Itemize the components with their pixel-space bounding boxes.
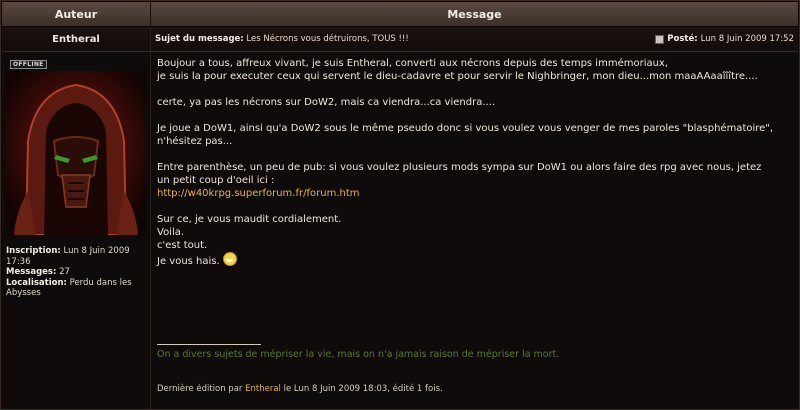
message-line: je suis la pour executer ceux qui serven… (157, 71, 758, 82)
edit-note: Dernière édition par Entheral le Lun 8 J… (157, 384, 443, 394)
message-body: Boujour a tous, affreux vivant, je suis … (151, 52, 798, 268)
message-header: Sujet du message: Les Nécrons vous détru… (151, 27, 798, 52)
posted-label: Posté: (667, 34, 698, 44)
column-header-author: Auteur (2, 2, 151, 26)
message-line: certe, ya pas les nécrons sur DoW2, mais… (157, 97, 496, 108)
edit-prefix: Dernière édition par (157, 384, 243, 394)
message-line: Boujour a tous, affreux vivant, je suis … (157, 58, 669, 69)
forum-link[interactable]: http://w40krpg.superforum.fr/forum.htm (157, 188, 360, 199)
column-header-message: Message (151, 2, 798, 26)
table-header: Auteur Message (2, 2, 798, 26)
message-line: n'hésitez pas... (157, 136, 233, 147)
posted-info: Posté: Lun 8 Juin 2009 17:52 (655, 34, 794, 44)
subject: Sujet du message: Les Nécrons vous détru… (155, 34, 409, 44)
grin-smiley-icon (222, 252, 237, 266)
message-line: Je vous hais. (157, 256, 220, 267)
messages-label: Messages: (6, 267, 57, 277)
forum-post-frame: Auteur Message Entheral OFFLINE Inscript… (0, 0, 800, 410)
author-name[interactable]: Entheral (2, 27, 150, 52)
message-line: Je joue a DoW1, ainsi qu'a DoW2 sous le … (157, 123, 774, 134)
localisation-label: Localisation: (6, 277, 67, 288)
subject-value: Les Nécrons vous détruirons, TOUS !!! (246, 34, 409, 44)
edit-suffix: le Lun 8 Juin 2009 18:03, édité 1 fois. (283, 384, 443, 394)
messages-value: 27 (59, 267, 70, 277)
message-line: Voila. (157, 227, 185, 238)
signature: On a divers sujets de mépriser la vie, m… (157, 349, 560, 360)
message-line: c'est tout. (157, 240, 208, 251)
signature-divider (157, 344, 261, 345)
offline-badge: OFFLINE (10, 60, 47, 69)
author-info: Inscription: Lun 8 Juin 2009 17:36 Messa… (6, 246, 148, 299)
inscription-label: Inscription: (6, 246, 61, 256)
edit-user-link[interactable]: Entheral (245, 384, 281, 394)
author-panel: Entheral OFFLINE Inscription: Lun 8 Juin… (2, 27, 151, 409)
posted-value: Lun 8 Juin 2009 17:52 (700, 34, 794, 44)
subject-label: Sujet du message: (155, 34, 244, 44)
avatar (6, 71, 146, 235)
message-line: Sur ce, je vous maudit cordialement. (157, 214, 342, 225)
post-link-icon[interactable] (655, 34, 665, 44)
message-line: un petit coup d'oeil ici : (157, 175, 275, 186)
message-panel: Sujet du message: Les Nécrons vous détru… (151, 27, 798, 409)
message-line: Entre parenthèse, un peu de pub: si vous… (157, 162, 762, 173)
